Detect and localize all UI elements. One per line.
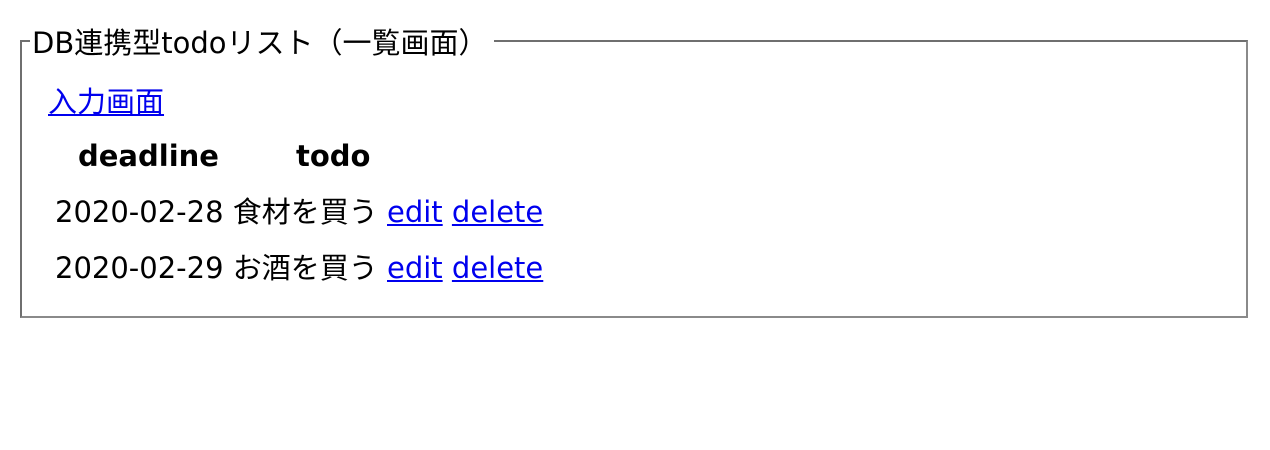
fieldset-legend: DB連携型todoリスト（一覧画面） <box>30 24 494 62</box>
delete-link[interactable]: delete <box>452 195 543 229</box>
deadline-cell: 2020-02-28 <box>55 195 224 229</box>
edit-link[interactable]: edit <box>387 195 443 229</box>
column-header-todo: todo <box>296 139 371 173</box>
table-row: 2020-02-28 食材を買う edit delete <box>55 193 543 231</box>
delete-link[interactable]: delete <box>452 251 543 285</box>
todo-cell: お酒を買う <box>232 251 378 285</box>
todo-cell: 食材を買う <box>232 195 378 229</box>
deadline-cell: 2020-02-29 <box>55 251 224 285</box>
input-screen-link[interactable]: 入力画面 <box>48 83 164 121</box>
column-header-deadline: deadline <box>78 139 219 173</box>
table-row: 2020-02-29 お酒を買う edit delete <box>55 249 543 287</box>
edit-link[interactable]: edit <box>387 251 443 285</box>
